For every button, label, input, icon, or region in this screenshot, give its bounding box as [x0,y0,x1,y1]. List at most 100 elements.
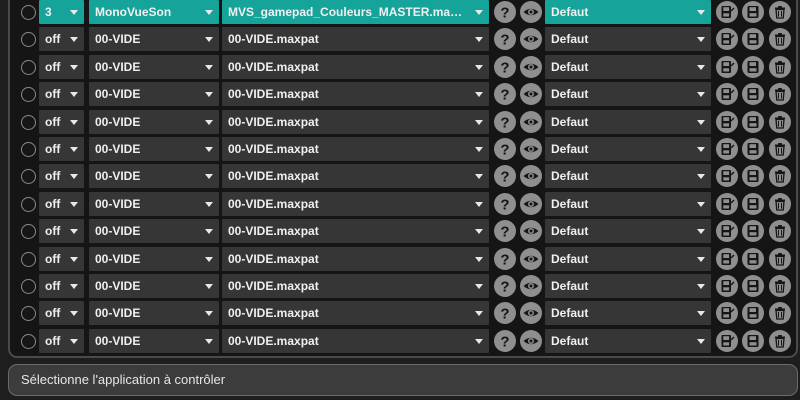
patch-dropdown[interactable]: 00-VIDE.maxpat [222,191,489,216]
state-dropdown[interactable]: off [39,109,84,134]
app-dropdown[interactable]: 00-VIDE [89,54,219,79]
preset-dropdown[interactable]: Defaut [545,246,711,271]
help-icon[interactable]: ? [494,1,516,23]
save-icon[interactable] [742,302,764,325]
app-dropdown[interactable]: 00-VIDE [89,328,219,353]
save-icon[interactable] [742,83,764,106]
save-as-icon[interactable] [716,55,738,78]
eye-icon[interactable] [520,275,542,297]
app-dropdown[interactable]: MonoVueSon [89,0,219,24]
help-icon[interactable]: ? [494,247,516,270]
save-icon[interactable] [742,110,764,133]
trash-icon[interactable] [769,247,791,270]
save-icon[interactable] [742,275,764,297]
preset-dropdown[interactable]: Defaut [545,27,711,52]
save-as-icon[interactable] [716,247,738,270]
state-dropdown[interactable]: off [39,164,84,189]
app-dropdown[interactable]: 00-VIDE [89,219,219,244]
app-dropdown[interactable]: 00-VIDE [89,27,219,52]
state-dropdown[interactable]: 3 [39,0,84,24]
eye-icon[interactable] [520,302,542,325]
preset-dropdown[interactable]: Defaut [545,82,711,107]
trash-icon[interactable] [769,192,791,215]
help-icon[interactable]: ? [494,192,516,215]
slot-radio[interactable] [21,251,36,267]
patch-dropdown[interactable]: 00-VIDE.maxpat [222,274,489,298]
trash-icon[interactable] [769,329,791,352]
save-icon[interactable] [742,165,764,188]
preset-dropdown[interactable]: Defaut [545,109,711,134]
eye-icon[interactable] [520,28,542,51]
eye-icon[interactable] [520,247,542,270]
preset-dropdown[interactable]: Defaut [545,137,711,161]
eye-icon[interactable] [520,192,542,215]
state-dropdown[interactable]: off [39,246,84,271]
save-icon[interactable] [742,28,764,51]
save-as-icon[interactable] [716,138,738,160]
slot-radio[interactable] [21,59,36,75]
patch-dropdown[interactable]: 00-VIDE.maxpat [222,54,489,79]
save-as-icon[interactable] [716,220,738,243]
preset-dropdown[interactable]: Defaut [545,0,711,24]
trash-icon[interactable] [769,55,791,78]
eye-icon[interactable] [520,83,542,106]
help-icon[interactable]: ? [494,28,516,51]
save-icon[interactable] [742,1,764,23]
slot-radio[interactable] [21,306,36,322]
save-icon[interactable] [742,138,764,160]
app-dropdown[interactable]: 00-VIDE [89,301,219,326]
preset-dropdown[interactable]: Defaut [545,328,711,353]
app-dropdown[interactable]: 00-VIDE [89,246,219,271]
slot-radio[interactable] [21,169,36,185]
eye-icon[interactable] [520,110,542,133]
trash-icon[interactable] [769,110,791,133]
help-icon[interactable]: ? [494,220,516,243]
preset-dropdown[interactable]: Defaut [545,274,711,298]
preset-dropdown[interactable]: Defaut [545,164,711,189]
save-icon[interactable] [742,329,764,352]
slot-radio[interactable] [21,114,36,130]
trash-icon[interactable] [769,1,791,23]
eye-icon[interactable] [520,55,542,78]
help-icon[interactable]: ? [494,138,516,160]
help-icon[interactable]: ? [494,275,516,297]
state-dropdown[interactable]: off [39,191,84,216]
trash-icon[interactable] [769,275,791,297]
preset-dropdown[interactable]: Defaut [545,219,711,244]
slot-radio[interactable] [21,196,36,212]
trash-icon[interactable] [769,138,791,160]
state-dropdown[interactable]: off [39,82,84,107]
save-as-icon[interactable] [716,28,738,51]
help-icon[interactable]: ? [494,83,516,106]
state-dropdown[interactable]: off [39,328,84,353]
save-icon[interactable] [742,192,764,215]
patch-dropdown[interactable]: 00-VIDE.maxpat [222,301,489,326]
help-icon[interactable]: ? [494,302,516,325]
save-as-icon[interactable] [716,1,738,23]
eye-icon[interactable] [520,220,542,243]
trash-icon[interactable] [769,302,791,325]
state-dropdown[interactable]: off [39,27,84,52]
state-dropdown[interactable]: off [39,274,84,298]
patch-dropdown[interactable]: 00-VIDE.maxpat [222,328,489,353]
trash-icon[interactable] [769,165,791,188]
patch-dropdown[interactable]: 00-VIDE.maxpat [222,82,489,107]
eye-icon[interactable] [520,1,542,23]
save-as-icon[interactable] [716,302,738,325]
patch-dropdown[interactable]: MVS_gamepad_Couleurs_MASTER.maxpat [222,0,489,24]
preset-dropdown[interactable]: Defaut [545,301,711,326]
slot-radio[interactable] [21,32,36,48]
eye-icon[interactable] [520,138,542,160]
slot-radio[interactable] [21,279,36,294]
help-icon[interactable]: ? [494,329,516,352]
save-as-icon[interactable] [716,275,738,297]
state-dropdown[interactable]: off [39,54,84,79]
slot-radio[interactable] [21,224,36,240]
preset-dropdown[interactable]: Defaut [545,191,711,216]
app-dropdown[interactable]: 00-VIDE [89,82,219,107]
slot-radio[interactable] [21,142,36,157]
state-dropdown[interactable]: off [39,137,84,161]
patch-dropdown[interactable]: 00-VIDE.maxpat [222,164,489,189]
patch-dropdown[interactable]: 00-VIDE.maxpat [222,27,489,52]
help-icon[interactable]: ? [494,55,516,78]
